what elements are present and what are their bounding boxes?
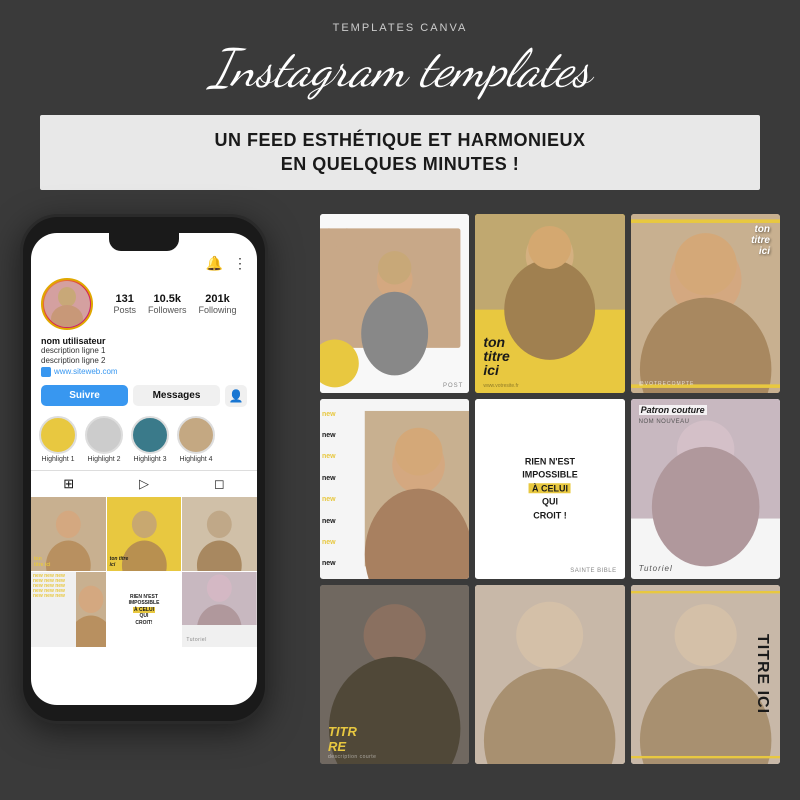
- highlight-label-3: Highlight 3: [133, 456, 166, 463]
- phone-screen: 🔔 ⋮ 131: [31, 233, 257, 705]
- ig-nav: ⊞ ▷ ◻: [31, 470, 257, 497]
- highlight-label-1: Highlight 1: [41, 456, 74, 463]
- phone-notch: [109, 233, 179, 251]
- follow-button[interactable]: Suivre: [41, 385, 128, 406]
- highlight-circle-1[interactable]: [39, 416, 77, 454]
- grid-cell-5[interactable]: RIEN N'ESTIMPOSSIBLEÀ CELUIQUICROIT!: [107, 572, 182, 647]
- highlight-item-4: Highlight 4: [177, 416, 215, 463]
- grid-cell-6[interactable]: Tutoriel: [182, 572, 257, 647]
- template-card-8[interactable]: story: [475, 585, 624, 764]
- main-title: Instagram templates: [0, 40, 800, 97]
- phone-mockup: 🔔 ⋮ 131: [20, 204, 300, 764]
- highlight-item-3: Highlight 3: [131, 416, 169, 463]
- template-card-5[interactable]: RIEN N'ESTIMPOSSIBLEÀ CELUIQUICROIT ! SA…: [475, 399, 624, 578]
- banner-text: UN FEED ESTHÉTIQUE ET HARMONIEUX EN QUEL…: [60, 129, 740, 176]
- content-area: 🔔 ⋮ 131: [0, 204, 800, 764]
- ig-action-buttons: Suivre Messages 👤: [31, 381, 257, 411]
- website-icon: [41, 367, 51, 377]
- posts-stat: 131 Posts: [113, 293, 136, 315]
- ig-highlights: Highlight 1 Highlight 2 Highlight 3 High…: [31, 411, 257, 468]
- promo-banner: UN FEED ESTHÉTIQUE ET HARMONIEUX EN QUEL…: [40, 115, 760, 190]
- grid-cell-2[interactable]: ton titreici: [107, 497, 182, 572]
- header: TEMPLATES CANVA Instagram templates: [0, 0, 800, 97]
- ig-header: 🔔 ⋮: [31, 251, 257, 274]
- grid-icon: ⊞: [63, 476, 74, 492]
- ig-website: www.siteweb.com: [41, 367, 247, 377]
- template-card-1[interactable]: POST: [320, 214, 469, 393]
- ig-posts-grid: tontitre ici ton titreici: [31, 497, 257, 647]
- highlight-item-1: Highlight 1: [39, 416, 77, 463]
- template-card-9[interactable]: TITRE ICI: [631, 585, 780, 764]
- ig-stats: 131 Posts 10.5k Followers 201k Following: [103, 293, 247, 315]
- play-icon: ▷: [139, 476, 149, 492]
- avatar-image: [44, 281, 90, 327]
- grid-cell-4[interactable]: new new newnew new newnew new newnew new…: [31, 572, 106, 647]
- ig-avatar: [41, 278, 93, 330]
- grid-cell-1[interactable]: tontitre ici: [31, 497, 106, 572]
- templates-grid: POST tontitreici www.votresite.fr: [320, 204, 780, 764]
- highlight-label-4: Highlight 4: [179, 456, 212, 463]
- highlight-circle-2[interactable]: [85, 416, 123, 454]
- menu-icon: ⋮: [233, 255, 247, 272]
- highlight-circle-3[interactable]: [131, 416, 169, 454]
- templates-canva-label: TEMPLATES CANVA: [0, 22, 800, 34]
- phone-outer: 🔔 ⋮ 131: [20, 214, 268, 724]
- followers-stat: 10.5k Followers: [148, 293, 187, 315]
- messages-button[interactable]: Messages: [133, 385, 220, 406]
- nav-reels[interactable]: ▷: [106, 471, 181, 497]
- template-card-3[interactable]: tontitreici @VOTRECOMPTE: [631, 214, 780, 393]
- template-card-2[interactable]: tontitreici www.votresite.fr: [475, 214, 624, 393]
- nav-tagged[interactable]: ◻: [182, 471, 257, 497]
- template-card-7[interactable]: TITRRE description courte: [320, 585, 469, 764]
- highlight-label-2: Highlight 2: [87, 456, 120, 463]
- bell-icon: 🔔: [206, 255, 223, 272]
- highlight-item-2: Highlight 2: [85, 416, 123, 463]
- nav-grid[interactable]: ⊞: [31, 471, 106, 497]
- ig-profile-row: 131 Posts 10.5k Followers 201k Following: [31, 274, 257, 334]
- template-card-6[interactable]: Patron couture NOM NOUVEAU Tutoriel: [631, 399, 780, 578]
- template-card-4[interactable]: new new new new new new new new: [320, 399, 469, 578]
- ig-bio: nom utilisateur description ligne 1 desc…: [31, 334, 257, 381]
- highlight-circle-4[interactable]: [177, 416, 215, 454]
- add-user-button[interactable]: 👤: [225, 385, 247, 407]
- grid-cell-3[interactable]: [182, 497, 257, 572]
- following-stat: 201k Following: [199, 293, 237, 315]
- tag-icon: ◻: [214, 476, 225, 492]
